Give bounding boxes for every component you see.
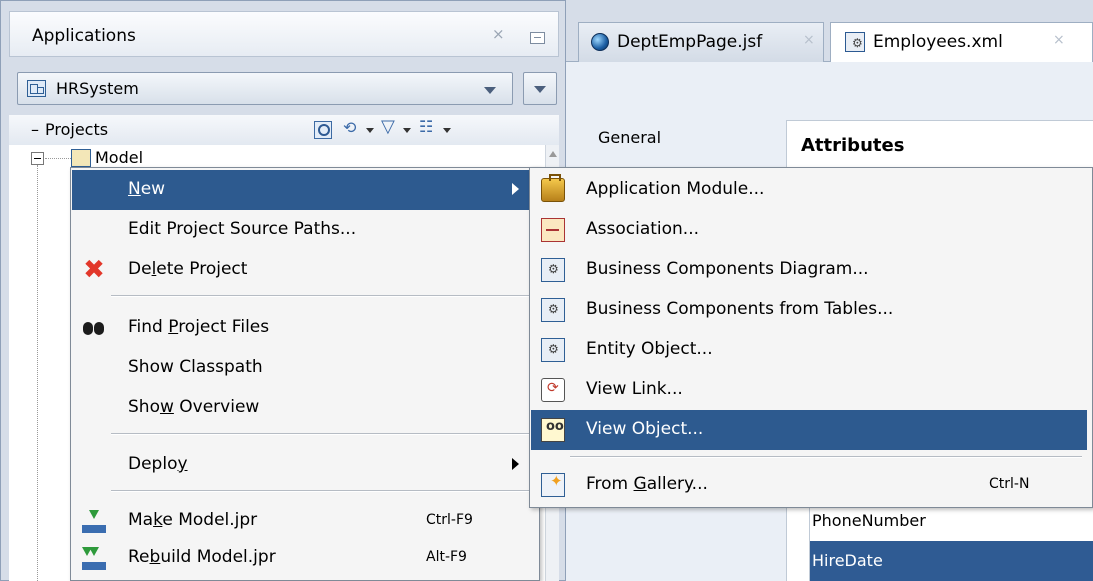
- applications-header: Applications ×: [9, 11, 559, 57]
- attribute-list: PhoneNumber HireDate: [809, 501, 1093, 581]
- submenu-item-bc-from-tables[interactable]: Business Components from Tables...: [531, 290, 1087, 330]
- menu-item-label: Edit Project Source Paths...: [128, 219, 357, 239]
- menu-item-delete-project[interactable]: ✖ Delete Project: [72, 250, 538, 290]
- menu-item-label: Find Project Files: [128, 317, 270, 337]
- submenu-arrow-icon: [512, 458, 519, 470]
- menu-item-rebuild[interactable]: Rebuild Model.jpr Alt-F9: [72, 538, 538, 578]
- menu-item-label: Make Model.jpr: [128, 510, 258, 530]
- application-menu-button[interactable]: [523, 72, 557, 105]
- view-link-icon: [541, 378, 565, 402]
- menu-item-find-project-files[interactable]: Find Project Files: [72, 308, 538, 348]
- applications-title: Applications: [32, 26, 136, 46]
- binoculars-icon: [82, 316, 106, 340]
- application-selector-value: HRSystem: [56, 79, 139, 98]
- menu-item-label: Entity Object...: [586, 339, 713, 359]
- chevron-down-icon[interactable]: [484, 87, 496, 94]
- menu-separator: [111, 490, 535, 492]
- menu-shortcut: Ctrl-N: [989, 476, 1030, 492]
- menu-item-edit-source-paths[interactable]: Edit Project Source Paths...: [72, 210, 538, 250]
- submenu-item-association[interactable]: Association...: [531, 210, 1087, 250]
- association-icon: [541, 218, 565, 242]
- tree-node-model[interactable]: Model: [95, 148, 143, 167]
- sync-icon[interactable]: ⟲: [343, 118, 365, 137]
- menu-separator: [111, 433, 535, 435]
- tab-label: Employees.xml: [873, 32, 1003, 52]
- nav-item-general[interactable]: General: [598, 128, 661, 147]
- section-title: Attributes: [801, 135, 905, 156]
- submenu-arrow-icon: [512, 183, 519, 195]
- menu-item-label: Business Components from Tables...: [586, 299, 894, 319]
- menu-item-label: Rebuild Model.jpr: [128, 547, 276, 567]
- menu-item-label: View Object...: [586, 419, 704, 439]
- menu-item-label: Show Classpath: [128, 357, 263, 377]
- list-item[interactable]: HireDate: [809, 541, 1093, 581]
- bc-tables-icon: [541, 298, 565, 322]
- editor-tab-bar: DeptEmpPage.jsf × Employees.xml ×: [566, 0, 1093, 62]
- delete-icon: ✖: [83, 255, 105, 285]
- menu-item-new[interactable]: New: [72, 170, 538, 210]
- bc-diagram-icon: [541, 258, 565, 282]
- minimize-icon[interactable]: [530, 32, 545, 44]
- tab-label: DeptEmpPage.jsf: [617, 32, 763, 52]
- menu-item-label: Association...: [586, 219, 700, 239]
- tab-deptemppage[interactable]: DeptEmpPage.jsf ×: [578, 22, 824, 62]
- project-icon: [71, 149, 91, 167]
- close-icon[interactable]: ×: [492, 25, 505, 43]
- menu-item-make[interactable]: Make Model.jpr Ctrl-F9: [72, 501, 538, 541]
- tree-collapse-icon[interactable]: [31, 152, 44, 165]
- menu-item-show-overview[interactable]: Show Overview: [72, 388, 538, 428]
- menu-item-label: Deploy: [128, 454, 188, 474]
- submenu-item-application-module[interactable]: Application Module...: [531, 170, 1087, 210]
- menu-separator: [111, 295, 535, 297]
- projects-label: Projects: [45, 120, 109, 139]
- jsf-page-icon: [591, 33, 609, 51]
- entity-object-icon: [541, 338, 565, 362]
- gallery-icon: [541, 472, 565, 497]
- entity-object-icon: [845, 32, 865, 52]
- tree-line: [45, 158, 71, 159]
- application-module-icon: [541, 174, 565, 202]
- chevron-down-icon[interactable]: [443, 128, 451, 133]
- menu-separator: [570, 456, 1082, 458]
- make-icon: [82, 509, 106, 533]
- submenu-item-view-link[interactable]: View Link...: [531, 370, 1087, 410]
- search-icon[interactable]: [314, 121, 332, 139]
- menu-item-label: From Gallery...: [586, 474, 708, 494]
- view-object-icon: [541, 418, 565, 442]
- menu-item-label: View Link...: [586, 379, 683, 399]
- submenu-item-from-gallery[interactable]: From Gallery... Ctrl-N: [531, 465, 1087, 505]
- tree-line: [37, 165, 38, 581]
- rebuild-icon: [82, 546, 106, 570]
- close-icon[interactable]: ×: [803, 32, 815, 48]
- menu-item-label: Show Overview: [128, 397, 260, 417]
- projects-toolbar: – Projects ⟲ ▽ ☷: [9, 115, 559, 145]
- submenu-item-entity-object[interactable]: Entity Object...: [531, 330, 1087, 370]
- layout-icon[interactable]: ☷: [419, 117, 441, 136]
- menu-item-label: Application Module...: [586, 179, 765, 199]
- menu-item-label: New: [128, 179, 166, 199]
- menu-item-label: Delete Project: [128, 259, 248, 279]
- filter-icon[interactable]: ▽: [381, 116, 403, 137]
- chevron-down-icon[interactable]: [366, 128, 374, 133]
- menu-item-deploy[interactable]: Deploy: [72, 445, 538, 485]
- new-submenu: Application Module... Association... Bus…: [529, 167, 1093, 508]
- menu-item-label: Business Components Diagram...: [586, 259, 869, 279]
- menu-shortcut: Alt-F9: [426, 549, 467, 565]
- menu-item-show-classpath[interactable]: Show Classpath: [72, 348, 538, 388]
- application-icon: [27, 80, 46, 97]
- menu-shortcut: Ctrl-F9: [426, 512, 473, 528]
- submenu-item-view-object[interactable]: View Object...: [531, 410, 1087, 450]
- close-icon[interactable]: ×: [1053, 32, 1065, 48]
- application-selector[interactable]: HRSystem: [17, 72, 513, 105]
- chevron-down-icon[interactable]: [403, 128, 411, 133]
- context-menu: New Edit Project Source Paths... ✖ Delet…: [70, 167, 540, 581]
- submenu-item-bc-diagram[interactable]: Business Components Diagram...: [531, 250, 1087, 290]
- tab-employees[interactable]: Employees.xml ×: [830, 22, 1093, 62]
- collapse-icon[interactable]: –: [31, 120, 39, 139]
